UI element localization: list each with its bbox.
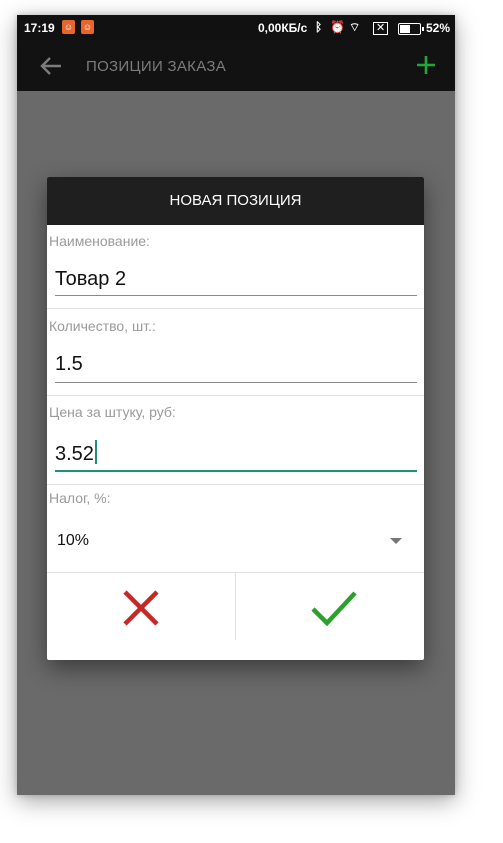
name-underline (55, 295, 417, 296)
app-bar: ПОЗИЦИИ ЗАКАЗА (17, 41, 455, 91)
status-time: 17:19 (24, 21, 55, 35)
arrow-left-icon[interactable] (39, 55, 63, 77)
battery-percent: 52% (426, 21, 451, 35)
network-speed: 0,00КБ/с (258, 21, 308, 35)
price-underline (55, 470, 417, 472)
alarm-off-icon: ⏰ (330, 20, 345, 34)
checkmark-icon (311, 591, 357, 627)
price-field[interactable]: Цена за штуку, руб: 3.52 (47, 396, 424, 486)
name-field[interactable]: Наименование: Товар 2 (47, 225, 424, 310)
confirm-button[interactable] (236, 573, 424, 660)
close-icon (123, 590, 159, 626)
tax-field[interactable]: Налог, %: 10% (47, 485, 424, 572)
phone-screen: 17:19 ☺ ☺ 0,00КБ/с ᛒ ⏰ ⌔ ✕ 52% ПОЗИЦИИ З… (17, 15, 455, 795)
quantity-label: Количество, шт.: (49, 318, 156, 334)
status-bar: 17:19 ☺ ☺ 0,00КБ/с ᛒ ⏰ ⌔ ✕ 52% (17, 15, 455, 41)
battery-icon (398, 23, 424, 35)
name-label: Наименование: (49, 233, 150, 249)
quantity-underline (55, 382, 417, 383)
notification-icon: ☺ (81, 20, 94, 34)
dialog-actions (47, 572, 424, 660)
notification-icon: ☺ (62, 20, 75, 34)
tax-select-value[interactable]: 10% (57, 532, 89, 550)
price-input[interactable]: 3.52 (55, 440, 97, 466)
new-item-dialog: НОВАЯ ПОЗИЦИЯ Наименование: Товар 2 Коли… (47, 177, 424, 660)
tax-label: Налог, %: (49, 490, 111, 506)
dropdown-arrow-icon[interactable] (390, 538, 402, 544)
cancel-button[interactable] (47, 573, 235, 660)
page-title: ПОЗИЦИИ ЗАКАЗА (86, 58, 227, 75)
quantity-input[interactable]: 1.5 (55, 353, 83, 376)
quantity-field[interactable]: Количество, шт.: 1.5 (47, 309, 424, 397)
dialog-title: НОВАЯ ПОЗИЦИЯ (47, 177, 424, 225)
name-input[interactable]: Товар 2 (55, 268, 126, 291)
wifi-icon: ⌔ (349, 20, 361, 34)
price-value: 3.52 (55, 443, 94, 465)
no-sim-icon: ✕ (373, 22, 389, 35)
text-cursor (94, 440, 97, 464)
plus-icon[interactable] (415, 54, 437, 76)
bluetooth-icon: ᛒ (315, 20, 323, 34)
price-label: Цена за штуку, руб: (49, 404, 176, 420)
